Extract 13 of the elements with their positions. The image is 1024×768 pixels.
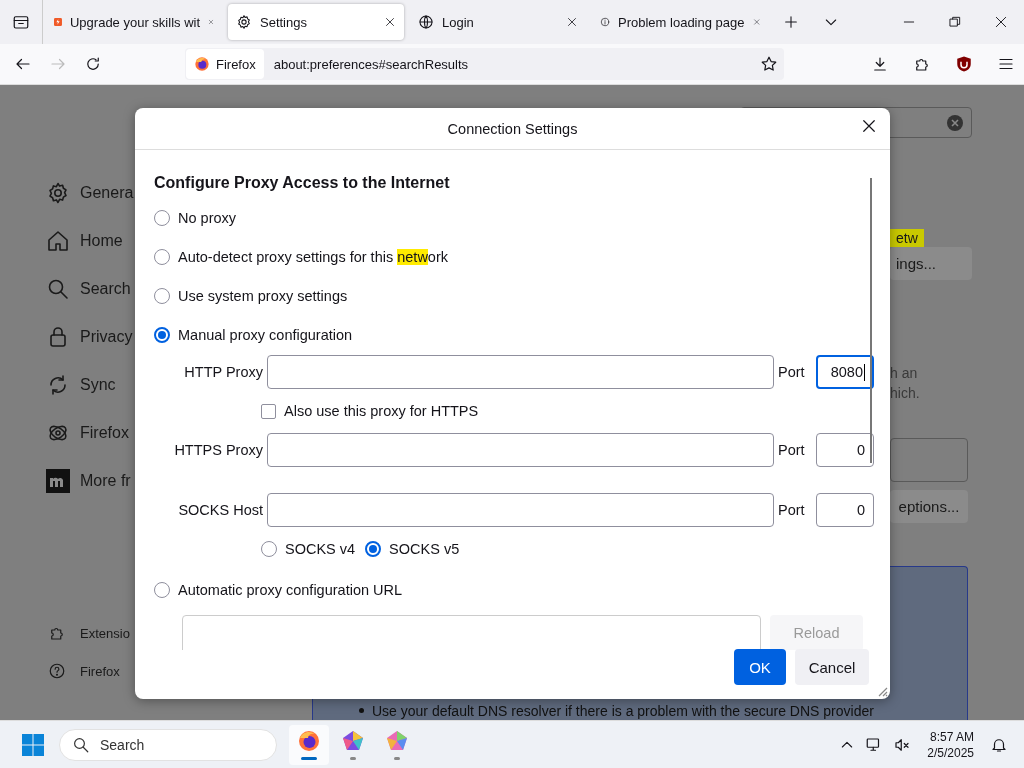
bullet-text: Use your default DNS resolver if there is a problem with the secure DNS provider <box>372 703 874 720</box>
field-label: SOCKS Host <box>177 502 263 518</box>
url-text: about:preferences#searchResults <box>273 56 470 72</box>
port-label: Port <box>778 442 806 458</box>
field-label: HTTPS Proxy <box>173 442 263 458</box>
description-text: hich. <box>890 384 920 403</box>
field-label: HTTP Proxy <box>183 364 263 380</box>
port-label: Port <box>778 502 806 518</box>
description-text: h an <box>890 364 918 383</box>
section-heading: Configure Proxy Access to the Internet <box>154 174 451 192</box>
highlighted-text: etw <box>890 229 924 247</box>
dialog-title: Connection Settings <box>447 120 578 137</box>
port-label: Port <box>778 364 806 380</box>
